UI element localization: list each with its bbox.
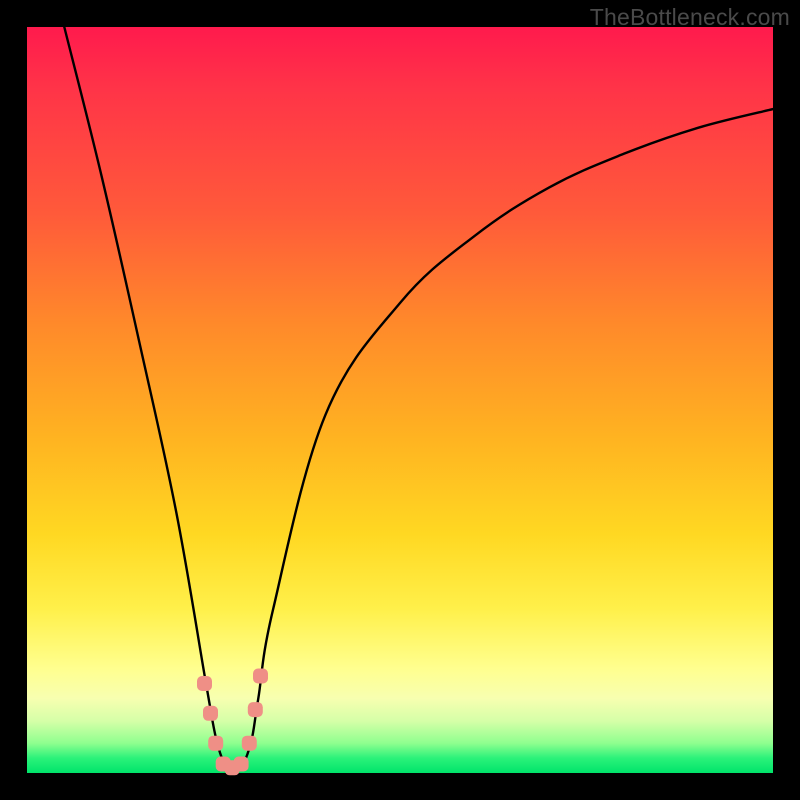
plot-area: [27, 27, 773, 773]
shoulder-markers: [197, 669, 268, 776]
marker-point: [197, 676, 212, 691]
watermark-text: TheBottleneck.com: [590, 4, 790, 31]
marker-point: [248, 702, 263, 717]
marker-point: [242, 736, 257, 751]
bottleneck-curve: [64, 27, 773, 773]
chart-svg: [27, 27, 773, 773]
marker-point: [234, 757, 249, 772]
marker-point: [203, 706, 218, 721]
chart-frame: TheBottleneck.com: [0, 0, 800, 800]
marker-point: [208, 736, 223, 751]
marker-point: [253, 669, 268, 684]
